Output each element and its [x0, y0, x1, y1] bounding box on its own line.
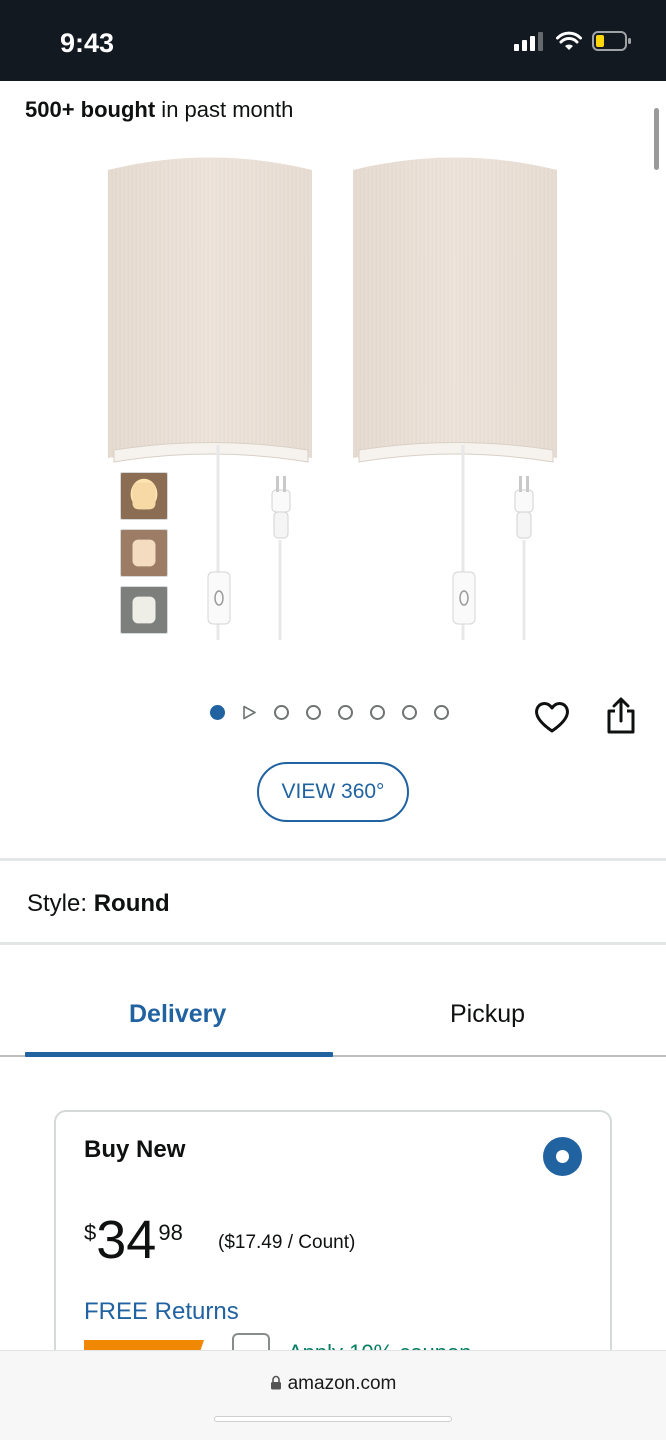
price-symbol: $ [84, 1220, 97, 1245]
radio-selected-dot [556, 1150, 569, 1163]
carousel-dot[interactable] [370, 705, 385, 720]
price-fraction: 98 [158, 1220, 183, 1245]
switch-left [207, 571, 231, 625]
unit-price: ($17.49 / Count) [218, 1232, 356, 1253]
status-bar: 9:43 [0, 0, 666, 81]
style-label: Style: [27, 890, 88, 917]
lock-icon [270, 1375, 281, 1390]
image-carousel-dots [210, 705, 449, 720]
style-value: Round [93, 890, 170, 917]
carousel-dot[interactable] [210, 705, 225, 720]
carousel-dot[interactable] [306, 705, 321, 720]
social-proof-text: 500+ bought in past month [25, 97, 293, 123]
free-returns-link[interactable]: FREE Returns [84, 1298, 239, 1326]
plug-right [514, 476, 534, 539]
divider [0, 942, 666, 945]
price: $ 34 98 [84, 1212, 183, 1268]
thumbnail-soft-light[interactable] [120, 529, 168, 577]
battery-icon [592, 31, 631, 51]
light-color-thumbnails [120, 472, 168, 634]
carousel-dot[interactable] [274, 705, 289, 720]
tab-active-indicator [25, 1052, 333, 1057]
thumbnail-cool-light[interactable] [120, 586, 168, 634]
carousel-dot[interactable] [402, 705, 417, 720]
view-360-button[interactable]: VIEW 360° [257, 762, 409, 822]
divider [0, 858, 666, 861]
status-time: 9:43 [60, 28, 115, 58]
carousel-dot[interactable] [434, 705, 449, 720]
plug-left [271, 476, 291, 539]
switch-right [452, 571, 476, 625]
lamp-shade-right [353, 157, 557, 463]
price-whole: 34 [96, 1210, 157, 1270]
scrollbar-thumb[interactable] [654, 108, 659, 170]
buy-new-radio[interactable] [543, 1137, 582, 1176]
url-text: amazon.com [287, 1373, 397, 1394]
share-icon[interactable] [603, 697, 639, 735]
style-selector[interactable]: Style: Round [27, 890, 170, 918]
browser-address-bar[interactable] [0, 1350, 666, 1440]
status-icons [514, 30, 632, 52]
lamp-shade-left [108, 157, 312, 463]
wifi-icon [556, 31, 582, 50]
signal-icon [514, 32, 543, 51]
buy-new-title: Buy New [84, 1136, 186, 1163]
url-display[interactable]: amazon.com [0, 1373, 666, 1395]
heart-icon[interactable] [533, 699, 571, 735]
tab-pickup[interactable]: Pickup [450, 1000, 525, 1029]
product-image[interactable] [100, 140, 570, 650]
carousel-dot[interactable] [338, 705, 353, 720]
thumbnail-warm-light[interactable] [120, 472, 168, 520]
play-icon[interactable] [242, 705, 257, 720]
bought-count: 500+ bought [25, 97, 156, 122]
tab-delivery[interactable]: Delivery [129, 1000, 226, 1029]
home-indicator[interactable] [214, 1416, 452, 1422]
bought-suffix: in past month [155, 97, 294, 122]
